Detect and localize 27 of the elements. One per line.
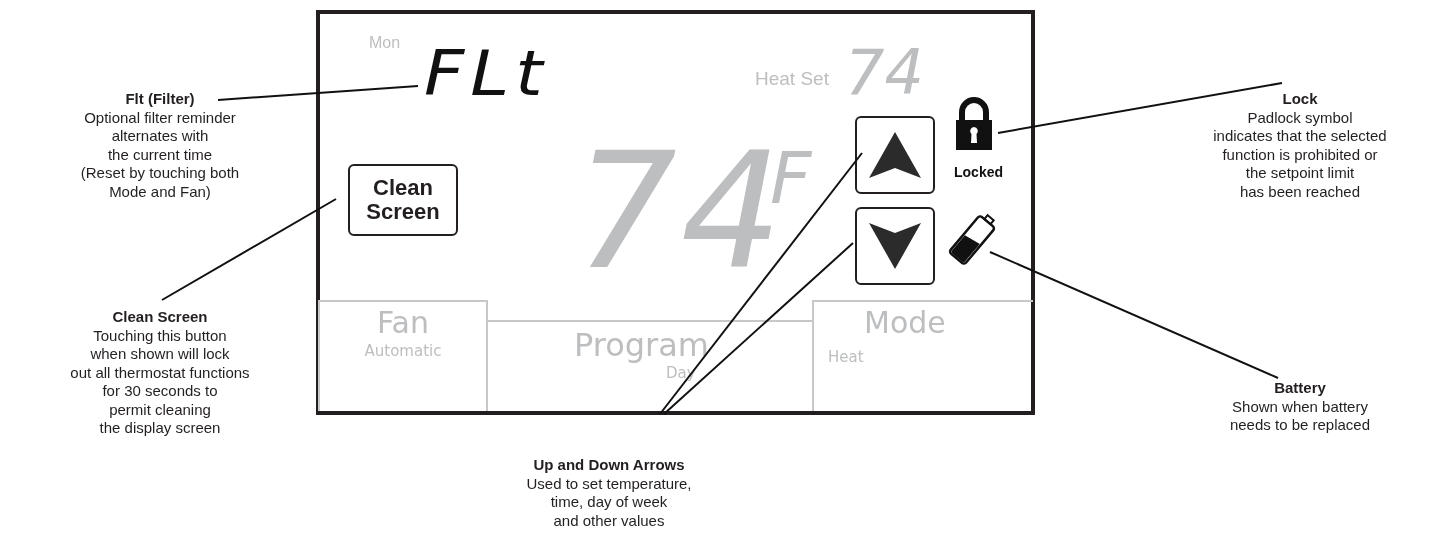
clean-screen-button[interactable]: Clean Screen <box>348 164 458 236</box>
day-label: Mon <box>369 34 401 52</box>
down-arrow-icon <box>867 221 923 271</box>
callout-text: Touching this button when shown will lock out all thermostat functions for 30 seconds to permit cleaning the display screen <box>70 326 250 438</box>
up-button[interactable] <box>855 116 935 194</box>
callout-title: Flt (Filter) <box>125 90 195 109</box>
filter-code: FLt <box>424 41 549 105</box>
callout-text: Padlock symbol indicates that the selected function is prohibited or the setpoint limit has been reached <box>1213 108 1387 201</box>
callout-title: Clean Screen <box>112 308 208 327</box>
setpoint-value: 74 <box>845 42 924 104</box>
callout-title: Lock <box>1282 90 1318 109</box>
up-arrow-icon <box>867 130 923 180</box>
display-touch-button[interactable]: Fan Automatic <box>318 300 488 411</box>
callout-text: Shown when battery needs to be replaced <box>1229 397 1371 435</box>
down-button[interactable] <box>855 207 935 285</box>
touch-button-label: Program <box>574 328 710 362</box>
touch-button-label: Fan <box>377 306 429 340</box>
touch-button-value: Heat <box>828 348 865 366</box>
callout-text: Used to set temperature, time, day of week and other values <box>526 474 692 530</box>
setpoint-label: Heat Set <box>755 68 829 90</box>
callout-title: Up and Down Arrows <box>533 456 685 475</box>
touch-button-label: Mode <box>864 306 947 340</box>
touch-button-value: Automatic <box>364 342 442 360</box>
locked-label: Locked <box>954 164 1003 180</box>
display-touch-button[interactable]: Mode Heat <box>812 300 1033 411</box>
callout-title: Battery <box>1274 379 1326 398</box>
callout-text: Optional filter reminder alternates with the current time (Reset by touching both Mode and Fan) <box>80 108 240 201</box>
